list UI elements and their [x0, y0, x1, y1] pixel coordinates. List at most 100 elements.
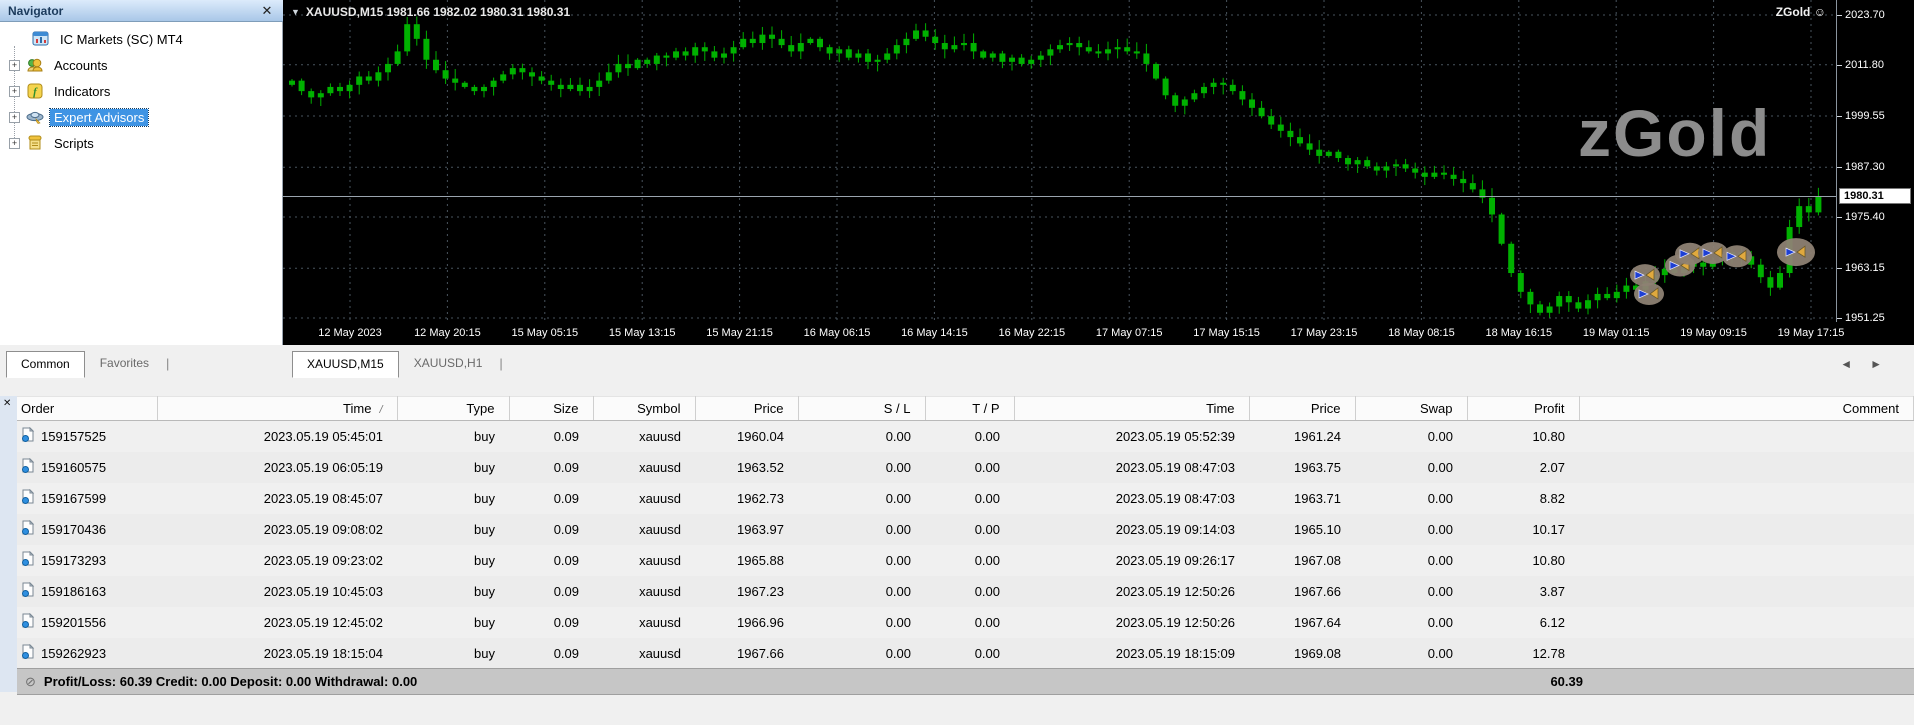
- cell-t-p: 0.00: [925, 637, 1014, 669]
- expand-plus-icon[interactable]: +: [9, 59, 20, 71]
- chart-window: ▼ XAUUSD,M15 1981.66 1982.02 1980.31 198…: [283, 0, 1914, 345]
- cell-symbol: xauusd: [593, 637, 695, 669]
- cell-type: buy: [474, 428, 495, 444]
- order-doc-icon: [21, 519, 35, 538]
- indicators-icon: f: [26, 83, 44, 99]
- cell-time: 2023.05.19 12:50:26: [1014, 575, 1249, 607]
- cell-price: 1967.66: [695, 637, 798, 669]
- cell-comment: [1579, 483, 1914, 514]
- column-header-comment[interactable]: Comment: [1579, 396, 1914, 421]
- cell-comment: [1579, 545, 1914, 576]
- cell-order: 159186163: [17, 575, 157, 607]
- tree-item-label: Indicators: [54, 83, 111, 99]
- cell-profit: 12.78: [1467, 637, 1579, 669]
- navigator-panel: Navigator ✕ IC Markets (SC) MT4 + Accounts…: [0, 0, 283, 345]
- tree-item-accounts[interactable]: + Accounts: [0, 52, 283, 78]
- chart-dropdown-icon[interactable]: ▼: [291, 7, 300, 17]
- column-header-swap[interactable]: Swap: [1355, 396, 1468, 421]
- cell-type: buy: [397, 575, 509, 607]
- tab-favorites[interactable]: Favorites: [85, 350, 164, 377]
- cell-price: 1967.66: [1249, 575, 1355, 607]
- cell-swap: 0.00: [1427, 614, 1453, 630]
- orders-table-header[interactable]: Order Time / Type Size Symbol Price S / LT / PT…: [17, 396, 1914, 421]
- cell-s-l: 0.00: [798, 637, 925, 669]
- cell-order: 159201556: [17, 607, 157, 638]
- expand-plus-icon[interactable]: +: [9, 111, 20, 123]
- order-id: 159201556: [41, 614, 107, 630]
- order-row[interactable]: 159157525 2023.05.19 05:45:01 buy 0.09 xauus…: [17, 421, 1914, 452]
- order-row[interactable]: 159170436 2023.05.19 09:08:02 buy 0.09 xauus…: [17, 513, 1914, 545]
- tab-common[interactable]: Common: [6, 351, 85, 378]
- cell-swap: 0.00: [1427, 552, 1453, 568]
- account-summary-row[interactable]: ⊘ Profit/Loss: 60.39 Credit: 0.00 Deposi…: [17, 668, 1914, 695]
- cell-swap: 0.00: [1355, 513, 1467, 545]
- column-header-time[interactable]: Time /: [157, 396, 398, 421]
- column-header-price[interactable]: Price: [1249, 396, 1356, 421]
- time-axis[interactable]: 12 May 2023 12 May 20:15 15 May 05:15 15 Ma…: [283, 322, 1914, 345]
- cell-profit: 10.80: [1532, 428, 1565, 444]
- cell-time: 2023.05.19 09:08:02: [157, 513, 397, 545]
- cell-comment: [1579, 575, 1914, 607]
- column-header-order[interactable]: Order: [17, 396, 158, 421]
- cell-price: 1969.08: [1249, 637, 1355, 669]
- price-axis-label: 1975.40: [1837, 210, 1885, 223]
- tab-band: Common Favorites | XAUUSD,M15 XAUUSD,H1 | ◄►: [0, 345, 1914, 396]
- tree-item-expert-advisors[interactable]: + Expert Advisors: [0, 104, 283, 130]
- chart-tabstrip: XAUUSD,M15 XAUUSD,H1 |: [292, 347, 507, 378]
- tab-scroll-arrows[interactable]: ◄►: [1840, 357, 1900, 371]
- column-header-size[interactable]: Size: [509, 396, 594, 421]
- mt4-window: Navigator ✕ IC Markets (SC) MT4 + Accounts…: [0, 0, 1914, 725]
- navigator-close-icon[interactable]: ✕: [259, 3, 275, 19]
- tab-scroll-right-icon[interactable]: ►: [1870, 357, 1900, 371]
- cell-type: buy: [474, 614, 495, 630]
- column-header-type[interactable]: Type: [397, 396, 510, 421]
- tree-item-label: Accounts: [54, 57, 108, 73]
- cell-profit: 10.80: [1532, 552, 1565, 568]
- cell-type: buy: [397, 513, 509, 545]
- order-row[interactable]: 159186163 2023.05.19 10:45:03 buy 0.09 xauus…: [17, 575, 1914, 607]
- cell-s-l: 0.00: [885, 428, 911, 444]
- terminal-close-icon[interactable]: ✕: [3, 398, 11, 409]
- price-axis[interactable]: 2023.70 2011.80 1999.55 1987.30 1975.40 1963.…: [1836, 0, 1914, 324]
- cell-price: 1963.52: [695, 451, 798, 483]
- price-axis-label: 2011.80: [1837, 58, 1884, 71]
- order-row[interactable]: 159173293 2023.05.19 09:23:02 buy 0.09 xauus…: [17, 545, 1914, 576]
- time-axis-label: 18 May 08:15: [1388, 327, 1455, 339]
- cell-order: 159173293: [17, 545, 157, 576]
- cell-t-p: 0.00: [925, 513, 1014, 545]
- order-row[interactable]: 159167599 2023.05.19 08:45:07 buy 0.09 xauus…: [17, 483, 1914, 514]
- time-axis-label: 15 May 13:15: [608, 327, 676, 339]
- time-axis-label: 18 May 16:15: [1485, 327, 1553, 339]
- column-header-time[interactable]: Time: [1014, 396, 1250, 421]
- expand-plus-icon[interactable]: +: [9, 85, 20, 97]
- navigator-tree: IC Markets (SC) MT4 + Accounts + f Indicators…: [0, 26, 283, 156]
- cell-t-p: 0.00: [974, 490, 1000, 506]
- tab-separator: |: [499, 356, 503, 371]
- column-header-profit[interactable]: Profit: [1467, 396, 1580, 421]
- cell-price: 1965.10: [1249, 513, 1355, 545]
- column-header-price[interactable]: Price: [695, 396, 799, 421]
- navigator-tabstrip: Common Favorites |: [6, 347, 173, 378]
- cell-time: 2023.05.19 09:23:02: [263, 552, 383, 568]
- price-axis-label: 2023.70: [1837, 9, 1885, 21]
- time-axis-label: 12 May 2023: [318, 327, 382, 339]
- navigator-titlebar[interactable]: Navigator ✕: [0, 0, 283, 22]
- cell-time: 2023.05.19 05:52:39: [1115, 428, 1235, 444]
- tree-item-scripts[interactable]: + Scripts: [0, 130, 283, 156]
- chart-tab-xauusd-h1[interactable]: XAUUSD,H1: [399, 350, 498, 377]
- tree-item-indicators[interactable]: + f Indicators: [0, 78, 283, 104]
- expand-plus-icon[interactable]: +: [9, 137, 20, 149]
- cell-size: 0.09: [509, 451, 593, 483]
- chart-tab-xauusd-m15[interactable]: XAUUSD,M15: [292, 351, 399, 378]
- column-header-symbol[interactable]: Symbol: [593, 396, 696, 421]
- time-axis-label: 15 May 05:15: [511, 327, 579, 339]
- order-row[interactable]: 159201556 2023.05.19 12:45:02 buy 0.09 xauus…: [17, 607, 1914, 638]
- tree-item-ic-markets-sc-mt4[interactable]: IC Markets (SC) MT4: [0, 26, 283, 52]
- order-row[interactable]: 159262923 2023.05.19 18:15:04 buy 0.09 xauus…: [17, 637, 1914, 669]
- column-header-s-l[interactable]: S / L: [798, 396, 926, 421]
- cell-price: 1963.75: [1249, 451, 1355, 483]
- cell-t-p: 0.00: [974, 428, 1000, 444]
- column-header-t-p[interactable]: T / P: [925, 396, 1015, 421]
- tab-scroll-left-icon[interactable]: ◄: [1840, 357, 1870, 371]
- order-row[interactable]: 159160575 2023.05.19 06:05:19 buy 0.09 xauus…: [17, 451, 1914, 483]
